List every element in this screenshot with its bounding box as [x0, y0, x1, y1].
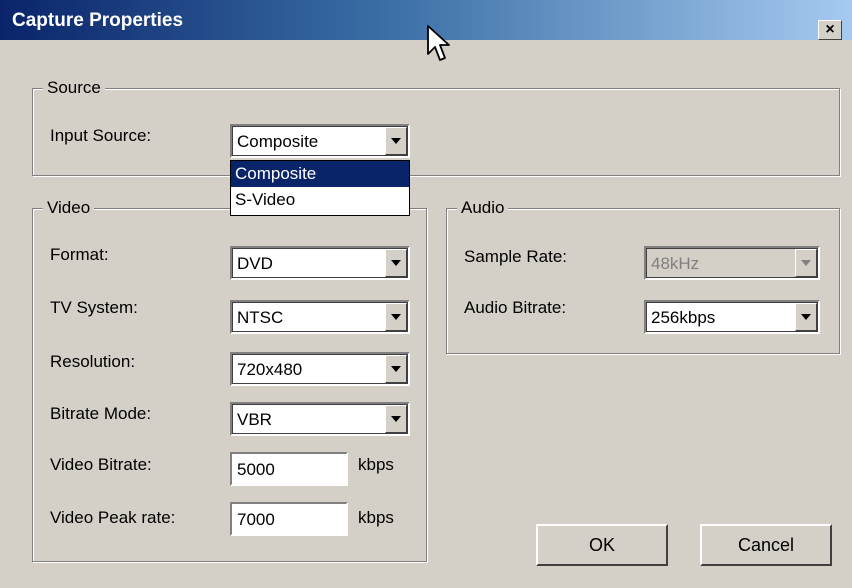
chevron-down-icon: [391, 314, 401, 320]
audio-bitrate-value: 256kbps: [651, 308, 716, 327]
resolution-label: Resolution:: [50, 352, 136, 371]
dropdown-option-s-video[interactable]: S-Video: [231, 187, 409, 213]
mouse-pointer-icon: [427, 25, 450, 61]
sample-rate-value: 48kHz: [651, 254, 700, 273]
bitrate-mode-dropdown-button[interactable]: [385, 405, 407, 433]
video-bitrate-unit: kbps: [358, 455, 394, 474]
format-label: Format:: [50, 245, 109, 264]
resolution-value: 720x480: [237, 360, 303, 379]
sample-rate-select: 48kHz: [644, 246, 820, 280]
input-source-dropdown-button[interactable]: [385, 127, 407, 155]
chevron-down-icon: [391, 138, 401, 144]
tv-system-dropdown-button[interactable]: [385, 303, 407, 331]
bitrate-mode-value: VBR: [237, 410, 272, 429]
sample-rate-dropdown-button: [795, 249, 817, 277]
chevron-down-icon: [391, 366, 401, 372]
source-group: Source: [32, 78, 840, 176]
format-dropdown-button[interactable]: [385, 249, 407, 277]
source-legend: Source: [43, 78, 105, 98]
input-source-dropdown-list: Composite S-Video: [230, 160, 410, 216]
resolution-dropdown-button[interactable]: [385, 355, 407, 383]
video-peak-rate-input[interactable]: 7000: [230, 502, 348, 536]
input-source-select[interactable]: Composite: [230, 124, 410, 158]
video-bitrate-input[interactable]: 5000: [230, 452, 348, 486]
ok-button[interactable]: OK: [536, 524, 668, 566]
audio-bitrate-label: Audio Bitrate:: [464, 298, 567, 317]
audio-bitrate-select[interactable]: 256kbps: [644, 300, 820, 334]
bitrate-mode-label: Bitrate Mode:: [50, 404, 152, 423]
format-value: DVD: [237, 254, 273, 273]
audio-legend: Audio: [457, 198, 509, 218]
tv-system-value: NTSC: [237, 308, 284, 327]
tv-system-select[interactable]: NTSC: [230, 300, 410, 334]
input-source-value: Composite: [237, 132, 319, 151]
close-button[interactable]: ×: [818, 20, 842, 40]
audio-bitrate-dropdown-button[interactable]: [795, 303, 817, 331]
chevron-down-icon: [391, 416, 401, 422]
tv-system-label: TV System:: [50, 298, 138, 317]
video-peak-rate-label: Video Peak rate:: [50, 508, 176, 527]
window-title: Capture Properties: [12, 10, 184, 31]
bitrate-mode-select[interactable]: VBR: [230, 402, 410, 436]
chevron-down-icon: [801, 314, 811, 320]
sample-rate-label: Sample Rate:: [464, 247, 567, 266]
video-legend: Video: [43, 198, 95, 218]
cancel-button[interactable]: Cancel: [700, 524, 832, 566]
close-icon: ×: [825, 21, 835, 38]
format-select[interactable]: DVD: [230, 246, 410, 280]
resolution-select[interactable]: 720x480: [230, 352, 410, 386]
video-peak-rate-unit: kbps: [358, 508, 394, 527]
chevron-down-icon: [391, 260, 401, 266]
chevron-down-icon: [801, 260, 811, 266]
input-source-label: Input Source:: [50, 126, 152, 145]
dropdown-option-composite[interactable]: Composite: [231, 161, 409, 187]
video-bitrate-label: Video Bitrate:: [50, 455, 152, 474]
